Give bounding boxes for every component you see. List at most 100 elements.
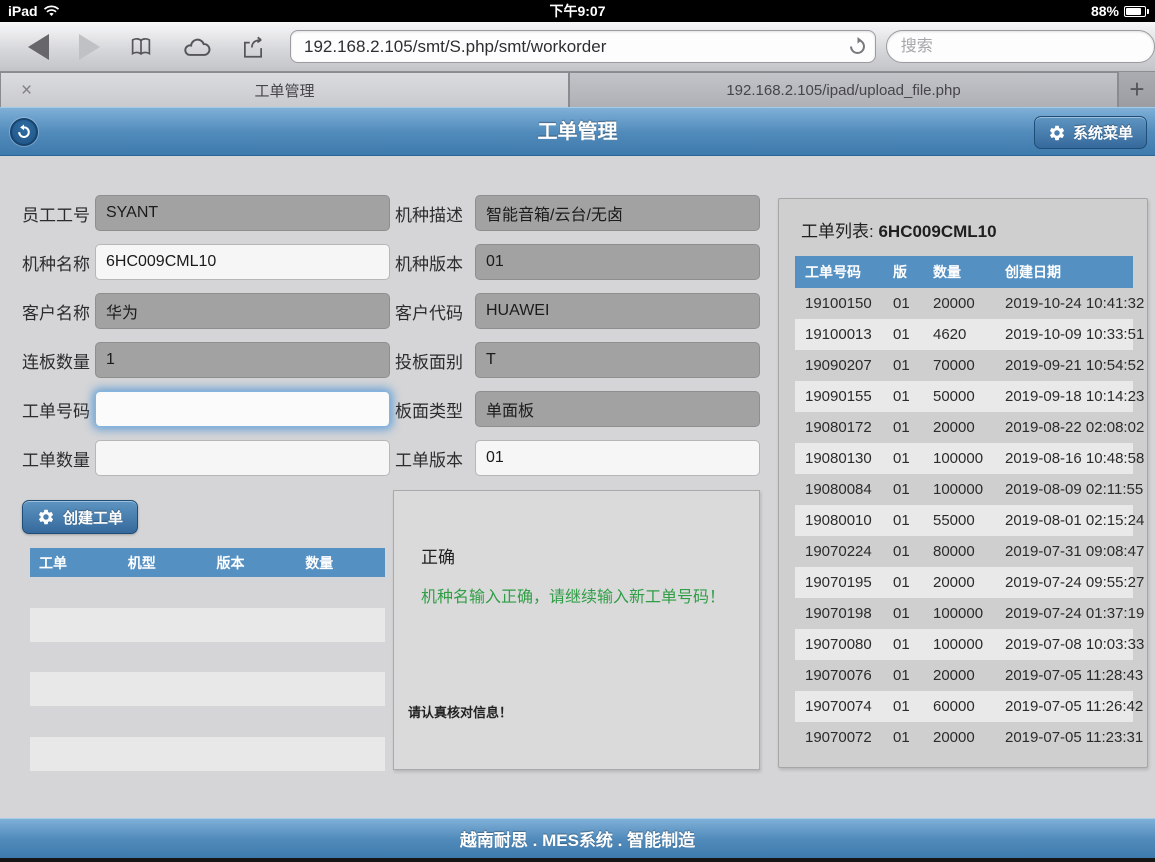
worklist-row[interactable]: 1907007201200002019-07-05 11:23:31: [795, 722, 1133, 753]
worklist-cell: 80000: [923, 536, 995, 567]
worklist-row[interactable]: 1908017201200002019-08-22 02:08:02: [795, 412, 1133, 443]
field-label: 工单号码: [22, 397, 95, 422]
worklist-cell: 20000: [923, 660, 995, 691]
employee-id-field: [95, 195, 390, 231]
reload-icon[interactable]: [848, 37, 867, 56]
worklist-cell: 2019-07-05 11:26:42: [995, 691, 1133, 722]
footer-text: 越南耐思 . MES系统 . 智能制造: [460, 826, 695, 851]
close-tab-icon[interactable]: ×: [21, 81, 32, 100]
cloud-icon[interactable]: [182, 36, 212, 58]
pending-empty-row: [30, 737, 385, 771]
worklist-cell: 01: [883, 288, 923, 319]
message-panel: 正确 机种名输入正确，请继续输入新工单号码！ 请认真核对信息！: [393, 490, 760, 770]
search-input[interactable]: [886, 30, 1155, 63]
worklist-header-row: 工单号码 版 数量 创建日期: [795, 256, 1133, 288]
field-label: 工单数量: [22, 446, 95, 471]
tab-upload-file[interactable]: 192.168.2.105/ipad/upload_file.php: [569, 72, 1118, 107]
new-tab-button[interactable]: +: [1118, 72, 1155, 107]
worklist-cell: 2019-07-24 01:37:19: [995, 598, 1133, 629]
worklist-cell: 19070198: [795, 598, 883, 629]
worklist-cell: 19090155: [795, 381, 883, 412]
worklist-cell: 19100150: [795, 288, 883, 319]
worklist-row[interactable]: 1907007401600002019-07-05 11:26:42: [795, 691, 1133, 722]
worklist-row[interactable]: 191000130146202019-10-09 10:33:51: [795, 319, 1133, 350]
model-version-field: [475, 244, 760, 280]
worklist-cell: 19070074: [795, 691, 883, 722]
page-title: 工单管理: [0, 108, 1155, 157]
worklist-row[interactable]: 1910015001200002019-10-24 10:41:32: [795, 288, 1133, 319]
worklist-row[interactable]: 19070198011000002019-07-24 01:37:19: [795, 598, 1133, 629]
field-label: 板面类型: [390, 397, 475, 422]
bookmarks-icon[interactable]: [128, 36, 154, 58]
pending-col-header: 版本: [208, 553, 297, 573]
worklist-row[interactable]: 19080084011000002019-08-09 02:11:55: [795, 474, 1133, 505]
worklist-cell: 2019-07-08 10:03:33: [995, 629, 1133, 660]
worklist-title-label: 工单列表:: [801, 222, 874, 241]
workorder-form: 员工工号 机种描述 机种名称 机种版本 客户名称 客户代码 连板数量 投板面别 …: [22, 195, 760, 476]
pending-table-header: 工单 机型 版本 数量: [30, 548, 385, 577]
worklist-cell: 2019-08-01 02:15:24: [995, 505, 1133, 536]
worklist-title-value: 6HC009CML10: [878, 222, 996, 241]
status-bar: iPad 下午9:07 88%: [0, 0, 1155, 22]
worklist-cell: 19070076: [795, 660, 883, 691]
worklist-col-header: 创建日期: [995, 256, 1133, 288]
field-label: 机种描述: [390, 201, 475, 226]
worklist-cell: 19100013: [795, 319, 883, 350]
board-type-field: [475, 391, 760, 427]
worklist-cell: 19070195: [795, 567, 883, 598]
worklist-cell: 01: [883, 505, 923, 536]
tab-workorder[interactable]: × 工单管理: [0, 72, 569, 107]
worklist-cell: 01: [883, 722, 923, 753]
worklist-cell: 01: [883, 536, 923, 567]
address-bar[interactable]: 192.168.2.105/smt/S.php/smt/workorder: [290, 30, 876, 63]
worklist-cell: 2019-09-18 10:14:23: [995, 381, 1133, 412]
worklist-cell: 19080130: [795, 443, 883, 474]
panel-count-field: [95, 342, 390, 378]
worklist-cell: 20000: [923, 288, 995, 319]
worklist-cell: 01: [883, 691, 923, 722]
ipad-screen: iPad 下午9:07 88%: [0, 0, 1155, 862]
worklist-row[interactable]: 1907019501200002019-07-24 09:55:27: [795, 567, 1133, 598]
worklist-row[interactable]: 19070080011000002019-07-08 10:03:33: [795, 629, 1133, 660]
gear-icon: [1048, 124, 1066, 142]
tab-label: 工单管理: [254, 80, 314, 101]
create-workorder-button[interactable]: 创建工单: [22, 500, 138, 534]
worklist-cell: 70000: [923, 350, 995, 381]
system-menu-button[interactable]: 系统菜单: [1034, 116, 1147, 149]
message-note: 请认真核对信息！: [408, 702, 512, 721]
worklist-row[interactable]: 1909015501500002019-09-18 10:14:23: [795, 381, 1133, 412]
page-back-button[interactable]: [10, 118, 38, 146]
share-icon[interactable]: [240, 35, 266, 59]
worklist-cell: 2019-10-09 10:33:51: [995, 319, 1133, 350]
worklist-cell: 100000: [923, 629, 995, 660]
field-label: 员工工号: [22, 201, 95, 226]
worklist-cell: 01: [883, 350, 923, 381]
workorder-qty-field[interactable]: [95, 440, 390, 476]
worklist-row[interactable]: 1907007601200002019-07-05 11:28:43: [795, 660, 1133, 691]
field-label: 投板面别: [390, 348, 475, 373]
worklist-cell: 60000: [923, 691, 995, 722]
worklist-col-header: 工单号码: [795, 256, 883, 288]
message-success-text: 机种名输入正确，请继续输入新工单号码！: [421, 583, 732, 607]
worklist-row[interactable]: 1908001001550002019-08-01 02:15:24: [795, 505, 1133, 536]
browser-toolbar: 192.168.2.105/smt/S.php/smt/workorder: [0, 22, 1155, 72]
battery-percent: 88%: [1091, 3, 1119, 19]
worklist-cell: 01: [883, 629, 923, 660]
worklist-cell: 01: [883, 474, 923, 505]
worklist-table: 工单号码 版 数量 创建日期 1910015001200002019-10-24…: [795, 256, 1133, 753]
worklist-cell: 19070224: [795, 536, 883, 567]
worklist-cell: 50000: [923, 381, 995, 412]
worklist-cell: 19080172: [795, 412, 883, 443]
workorder-number-field[interactable]: [95, 391, 390, 427]
customer-name-field: [95, 293, 390, 329]
worklist-row[interactable]: 1907022401800002019-07-31 09:08:47: [795, 536, 1133, 567]
workorder-version-field[interactable]: [475, 440, 760, 476]
worklist-row[interactable]: 19080130011000002019-08-16 10:48:58: [795, 443, 1133, 474]
browser-back-icon[interactable]: [28, 34, 49, 60]
pending-col-header: 工单: [30, 553, 119, 573]
worklist-cell: 2019-10-24 10:41:32: [995, 288, 1133, 319]
model-name-field[interactable]: [95, 244, 390, 280]
browser-forward-icon[interactable]: [79, 34, 100, 60]
worklist-panel: 工单列表: 6HC009CML10 工单号码 版 数量 创建日期 1910015…: [778, 198, 1148, 768]
worklist-row[interactable]: 1909020701700002019-09-21 10:54:52: [795, 350, 1133, 381]
